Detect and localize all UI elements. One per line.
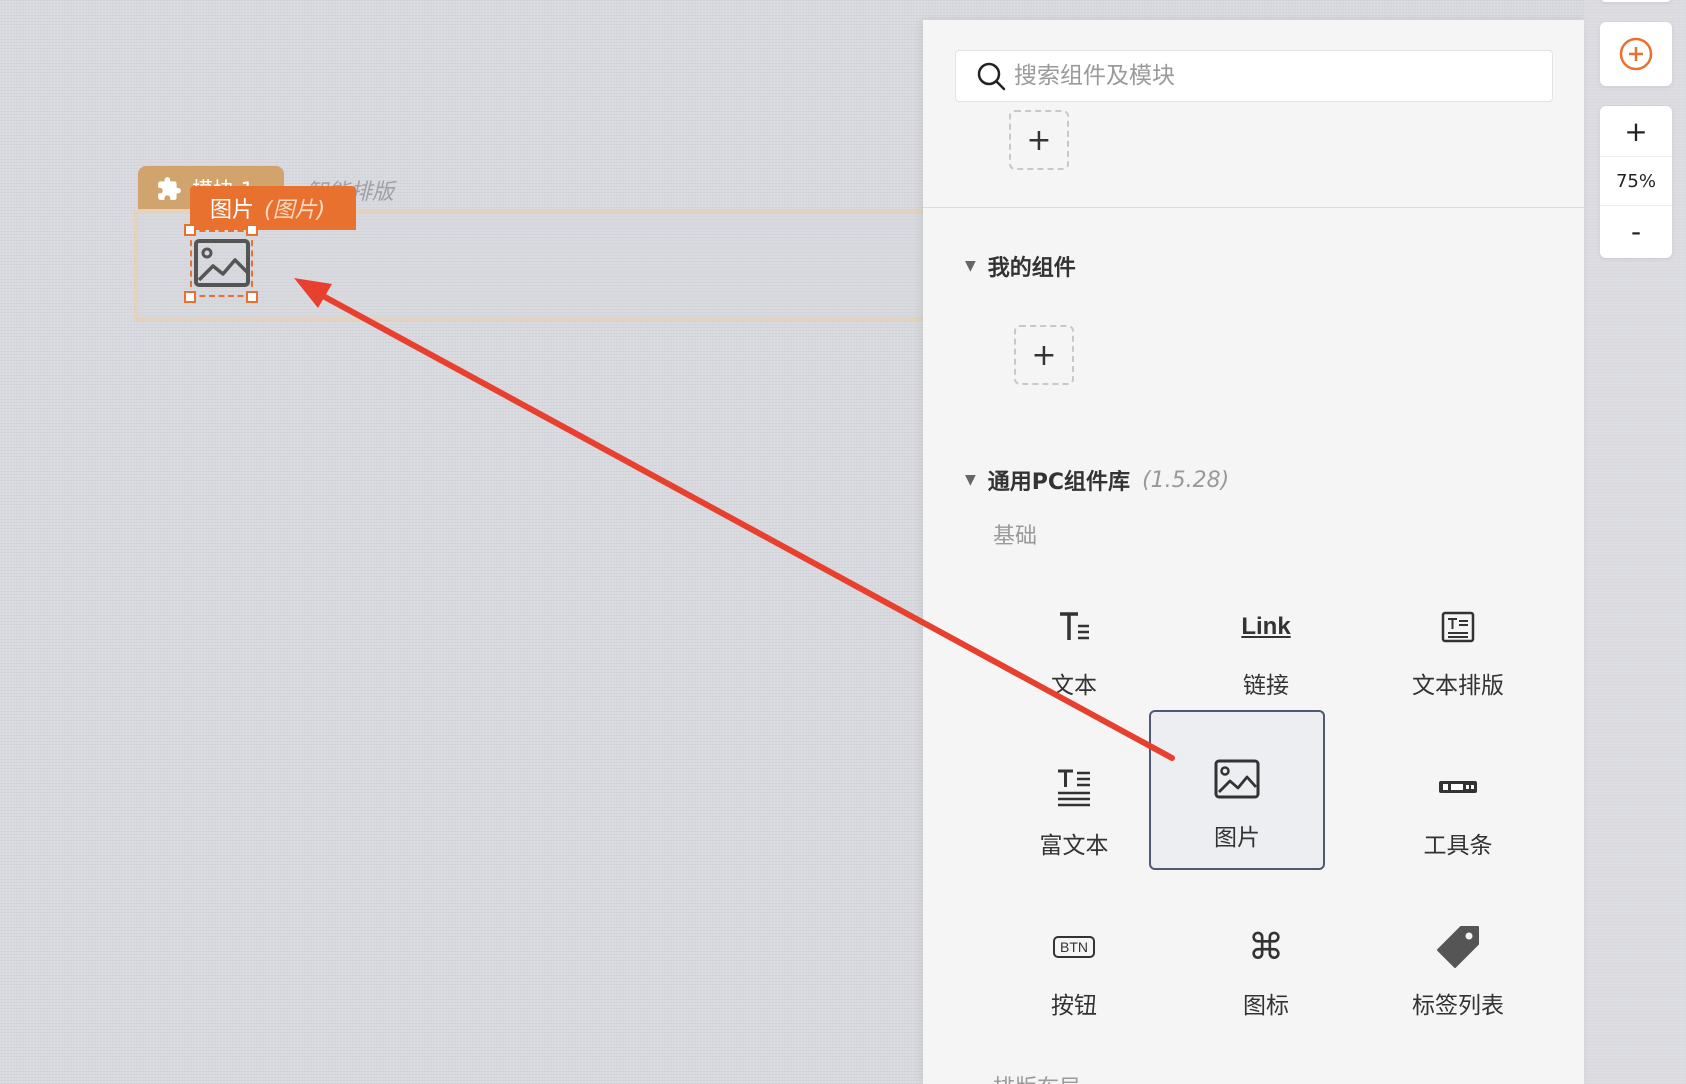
component-rich-text[interactable]: 富文本	[986, 730, 1162, 890]
zoom-controls: + 75% -	[1600, 106, 1672, 258]
add-my-component-button[interactable]: +	[1014, 325, 1074, 385]
toolbar-icon	[1439, 781, 1477, 793]
tag-icon	[1437, 926, 1479, 968]
component-text[interactable]: 文本	[986, 570, 1162, 730]
component-tag-list[interactable]: 标签列表	[1370, 890, 1546, 1050]
selected-component-name: 图片	[210, 198, 255, 223]
component-label: 文本排版	[1412, 673, 1504, 699]
component-label: 图标	[1243, 993, 1289, 1019]
selected-component-kind: (图片)	[264, 198, 326, 223]
add-module-button[interactable]: +	[1009, 110, 1069, 170]
component-panel: + ▼ 我的组件 + ▼ 通用PC组件库 (1.5.28) 基础 文本 Link…	[923, 20, 1584, 1084]
text-layout-icon	[1441, 611, 1475, 643]
resize-handle-bottom-right[interactable]	[246, 291, 258, 303]
search-box[interactable]	[955, 50, 1553, 102]
image-icon	[1214, 759, 1260, 799]
my-components-section[interactable]: ▼ 我的组件	[965, 250, 1076, 282]
component-label: 链接	[1243, 673, 1289, 699]
component-label: 按钮	[1051, 993, 1097, 1019]
selected-component-label: 图片 (图片)	[190, 186, 356, 230]
puzzle-icon	[158, 177, 181, 200]
rich-text-icon	[1058, 769, 1090, 807]
component-label: 图片	[1214, 825, 1260, 851]
component-image[interactable]: 图片	[1149, 710, 1325, 870]
group-label-basic: 基础	[993, 524, 1038, 549]
add-circle-button[interactable]	[1600, 22, 1672, 86]
library-version: (1.5.28)	[1142, 467, 1230, 493]
library-section[interactable]: ▼ 通用PC组件库 (1.5.28)	[965, 464, 1229, 496]
component-icon[interactable]: ⌘ 图标	[1178, 890, 1354, 1050]
resize-handle-top-left[interactable]	[184, 224, 196, 236]
plus-circle-icon	[1619, 37, 1653, 71]
selected-image-component[interactable]	[190, 230, 253, 297]
button-icon: BTN	[1053, 936, 1095, 958]
text-icon	[1060, 612, 1089, 640]
component-text-layout[interactable]: 文本排版	[1370, 570, 1546, 730]
group-label-layout: 排版布局	[993, 1070, 1081, 1084]
resize-handle-top-right[interactable]	[246, 224, 258, 236]
toolbar-top-button[interactable]	[1600, 0, 1672, 2]
component-label: 标签列表	[1412, 993, 1504, 1019]
resize-handle-bottom-left[interactable]	[184, 291, 196, 303]
zoom-out-button[interactable]: -	[1600, 206, 1672, 256]
component-toolbar[interactable]: 工具条	[1370, 730, 1546, 890]
component-button[interactable]: BTN 按钮	[986, 890, 1162, 1050]
library-title: 通用PC组件库	[987, 470, 1131, 495]
caret-down-icon: ▼	[965, 258, 976, 274]
my-components-title: 我的组件	[987, 256, 1076, 281]
search-icon	[977, 62, 1006, 91]
link-icon: Link	[1241, 613, 1291, 640]
component-label: 工具条	[1423, 833, 1493, 859]
component-label: 文本	[1051, 673, 1097, 699]
search-input[interactable]	[1014, 63, 1534, 89]
image-placeholder-icon	[194, 239, 250, 287]
zoom-in-button[interactable]: +	[1600, 106, 1672, 156]
zoom-level: 75%	[1600, 156, 1672, 206]
command-icon: ⌘	[1248, 926, 1284, 968]
panel-divider	[923, 207, 1584, 208]
component-label: 富文本	[1039, 833, 1109, 859]
component-link[interactable]: Link 链接	[1178, 570, 1354, 730]
caret-down-icon: ▼	[965, 472, 976, 488]
